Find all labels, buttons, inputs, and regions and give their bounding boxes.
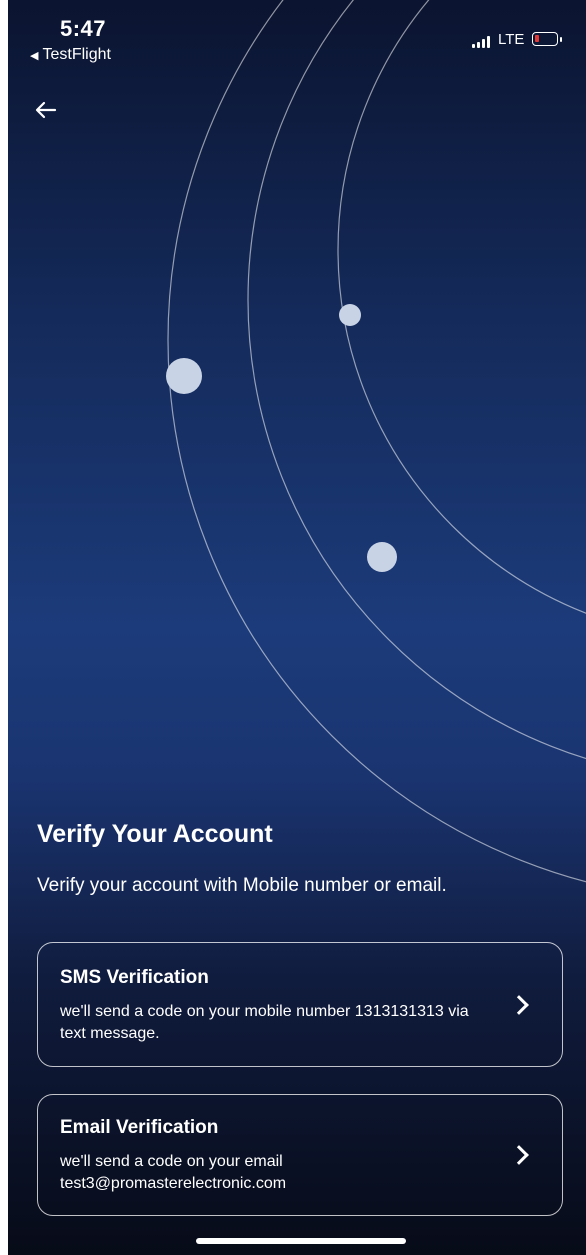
- orbit-ring-middle: [247, 0, 586, 759]
- verify-account-screen: 5:47 ◀ TestFlight LTE Verify Your Accoun…: [8, 0, 586, 1255]
- sms-option-description: we'll send a code on your mobile number …: [60, 1003, 469, 1042]
- sms-option-title: SMS Verification: [60, 967, 209, 988]
- sms-verification-option[interactable]: SMS Verification we'll send a code on yo…: [37, 942, 563, 1067]
- back-app-label: TestFlight: [42, 46, 111, 63]
- arrow-left-icon: [35, 101, 57, 119]
- triangle-left-icon: ◀: [30, 49, 39, 62]
- status-time: 5:47: [60, 16, 107, 41]
- orbit-dot-small: [339, 304, 361, 326]
- orbit-dot-medium: [367, 542, 397, 572]
- back-to-testflight-link[interactable]: ◀ TestFlight: [30, 46, 111, 64]
- orbit-dot-large: [166, 358, 202, 394]
- back-button[interactable]: [34, 98, 64, 128]
- battery-level: [535, 35, 539, 42]
- email-option-description: we'll send a code on your email test3@pr…: [60, 1153, 287, 1192]
- page-subtitle: Verify your account with Mobile number o…: [37, 875, 447, 896]
- chevron-right-icon: [509, 1145, 529, 1165]
- status-bar: 5:47 ◀ TestFlight LTE: [8, 0, 586, 70]
- email-verification-option[interactable]: Email Verification we'll send a code on …: [37, 1094, 563, 1216]
- home-indicator[interactable]: [196, 1238, 406, 1244]
- battery-cap: [560, 37, 562, 42]
- page-title: Verify Your Account: [37, 820, 273, 848]
- email-option-title: Email Verification: [60, 1117, 219, 1138]
- battery-icon: [532, 32, 558, 46]
- network-type: LTE: [498, 31, 525, 48]
- chevron-right-icon: [509, 994, 529, 1015]
- cellular-signal-icon: [472, 36, 490, 48]
- orbit-ring-outer: [167, 0, 586, 883]
